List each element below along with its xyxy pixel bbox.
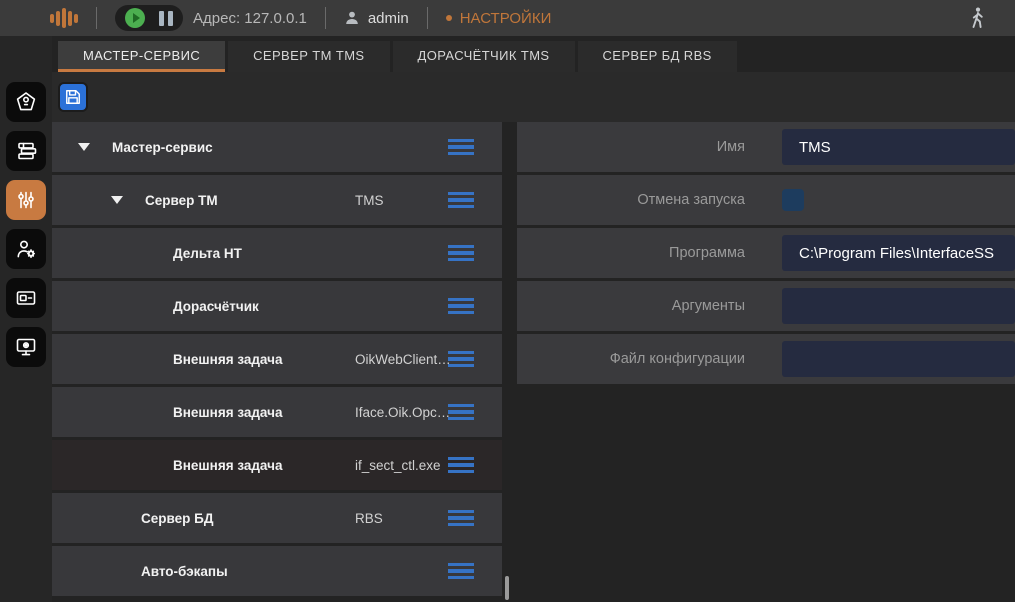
books-stack-icon: [14, 139, 38, 163]
tree-row-external-task-3[interactable]: Внешняя задача if_sect_ctl.exe: [52, 440, 502, 490]
pause-button[interactable]: [159, 11, 173, 26]
settings-nav-item[interactable]: НАСТРОЙКИ: [446, 10, 552, 27]
sidebar-item-users[interactable]: [6, 229, 46, 269]
floppy-disk-icon: [63, 87, 83, 107]
chevron-down-icon[interactable]: [111, 196, 123, 204]
tab-bar: МАСТЕР-СЕРВИС СЕРВЕР ТМ TMS ДОРАСЧЁТЧИК …: [58, 41, 1015, 72]
chevron-down-icon[interactable]: [78, 143, 90, 151]
user-menu[interactable]: admin: [344, 10, 409, 27]
tree-row-external-task-2[interactable]: Внешняя задача Iface.Oik.Opc…: [52, 387, 502, 437]
sidebar-item-security[interactable]: [6, 82, 46, 122]
divider: [325, 7, 326, 29]
form-row-cancel-start: Отмена запуска: [517, 175, 1015, 225]
toolbar: [52, 72, 1015, 122]
tree-row-server-tm[interactable]: Сервер ТМ TMS: [52, 175, 502, 225]
main-area: МАСТЕР-СЕРВИС СЕРВЕР ТМ TMS ДОРАСЧЁТЧИК …: [52, 36, 1015, 602]
row-menu-icon[interactable]: [448, 457, 474, 474]
settings-label: НАСТРОЙКИ: [460, 10, 552, 27]
row-menu-icon[interactable]: [448, 298, 474, 315]
sidebar-item-library[interactable]: [6, 131, 46, 171]
top-bar: Адрес: 127.0.0.1 admin НАСТРОЙКИ: [0, 0, 1015, 36]
walking-person-icon[interactable]: [967, 6, 987, 30]
service-tree: Мастер-сервис Сервер ТМ TMS Дельта НТ До…: [52, 122, 502, 602]
panel-divider: [502, 122, 517, 602]
security-pentagon-icon: [14, 90, 38, 114]
row-menu-icon[interactable]: [448, 139, 474, 156]
program-path-input[interactable]: [782, 235, 1015, 271]
divider: [427, 7, 428, 29]
arguments-input[interactable]: [782, 288, 1015, 324]
row-menu-icon[interactable]: [448, 192, 474, 209]
tree-row-doraschetchik[interactable]: Дорасчётчик: [52, 281, 502, 331]
server-address: Адрес: 127.0.0.1: [193, 10, 307, 27]
monitor-eye-icon: [14, 335, 38, 359]
tab-server-tm-tms[interactable]: СЕРВЕР ТМ TMS: [228, 41, 389, 72]
user-name: admin: [368, 10, 409, 27]
row-menu-icon[interactable]: [448, 404, 474, 421]
cancel-start-checkbox[interactable]: [782, 189, 804, 211]
form-row-arguments: Аргументы: [517, 281, 1015, 331]
form-row-config-file: Файл конфигурации: [517, 334, 1015, 384]
properties-form: Имя Отмена запуска Программа Аргументы Ф…: [517, 122, 1015, 602]
tree-row-delta-nt[interactable]: Дельта НТ: [52, 228, 502, 278]
tree-row-server-bd[interactable]: Сервер БД RBS: [52, 493, 502, 543]
vertical-scrollbar-thumb[interactable]: [505, 576, 509, 600]
name-input[interactable]: [782, 129, 1015, 165]
tab-master-service[interactable]: МАСТЕР-СЕРВИС: [58, 41, 225, 72]
user-gear-icon: [14, 237, 38, 261]
tab-doraschetchik-tms[interactable]: ДОРАСЧЁТЧИК TMS: [393, 41, 575, 72]
save-button[interactable]: [58, 82, 88, 112]
tree-row-external-task-1[interactable]: Внешняя задача OikWebClient…: [52, 334, 502, 384]
form-row-name: Имя: [517, 122, 1015, 172]
content-panels: Мастер-сервис Сервер ТМ TMS Дельта НТ До…: [52, 122, 1015, 602]
app-logo-equalizer-icon: [50, 8, 78, 28]
play-button[interactable]: [125, 8, 145, 28]
sidebar-item-monitoring[interactable]: [6, 327, 46, 367]
user-icon: [344, 10, 360, 26]
run-control: [115, 5, 183, 31]
icon-sidebar: [0, 36, 52, 602]
row-menu-icon[interactable]: [448, 510, 474, 527]
row-menu-icon[interactable]: [448, 245, 474, 262]
config-file-input[interactable]: [782, 341, 1015, 377]
tree-row-master-service[interactable]: Мастер-сервис: [52, 122, 502, 172]
tree-row-auto-backups[interactable]: Авто-бэкапы: [52, 546, 502, 596]
tab-server-bd-rbs[interactable]: СЕРВЕР БД RBS: [578, 41, 737, 72]
row-menu-icon[interactable]: [448, 351, 474, 368]
play-icon: [133, 13, 140, 23]
sidebar-item-card-reader[interactable]: [6, 278, 46, 318]
row-menu-icon[interactable]: [448, 563, 474, 580]
bullet-icon: [446, 15, 452, 21]
sliders-icon: [14, 188, 38, 212]
sidebar-item-settings[interactable]: [6, 180, 46, 220]
form-row-program: Программа: [517, 228, 1015, 278]
card-reader-icon: [14, 286, 38, 310]
divider: [96, 7, 97, 29]
